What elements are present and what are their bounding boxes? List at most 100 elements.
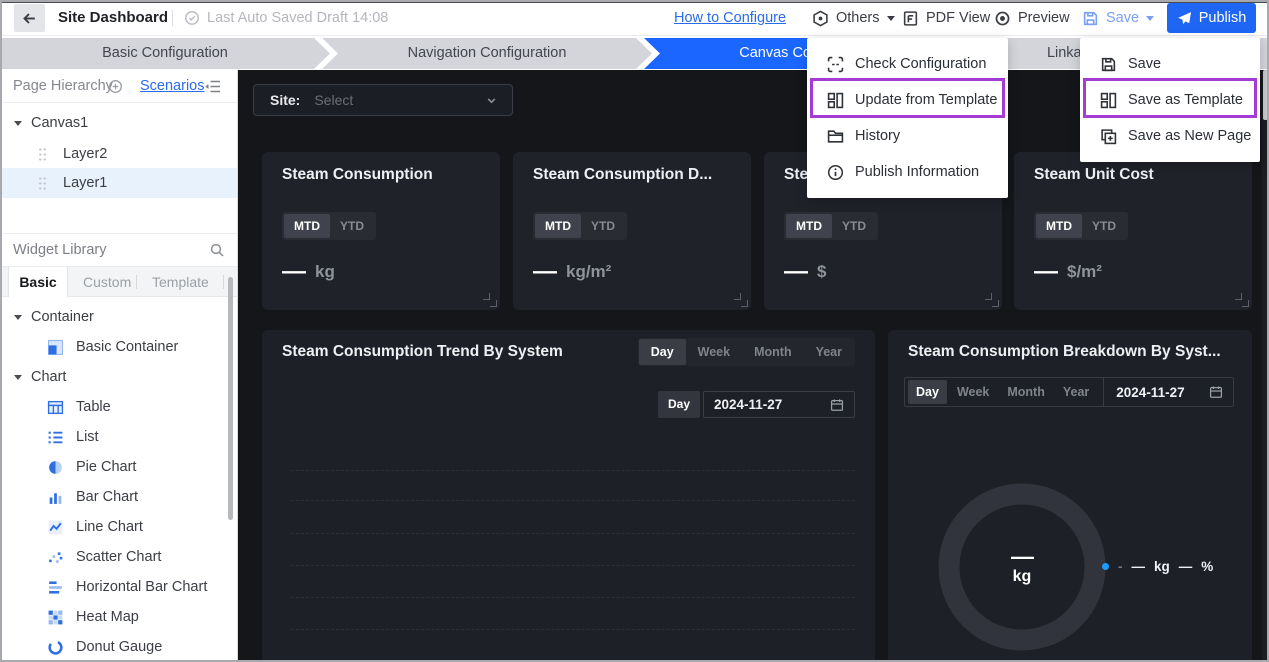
kpi-card-steam-consumption[interactable]: Steam Consumption MTD YTD — kg [262,152,500,310]
resize-handle-icon[interactable] [490,300,497,307]
tree-node-canvas1[interactable]: Canvas1 [0,108,237,138]
site-select[interactable]: Site: Select [253,84,513,116]
mtd-segment[interactable]: MTD [1036,214,1082,238]
menu-item-save[interactable]: Save [1080,46,1260,82]
preview-eye-icon [994,10,1011,27]
widget-bar-chart[interactable]: Bar Chart [0,482,237,512]
widget-pie-chart[interactable]: Pie Chart [0,452,237,482]
widget-donut-gauge[interactable]: Donut Gauge [0,632,237,662]
kpi-card-steam-consumption-density[interactable]: Steam Consumption D... MTD YTD — kg/m² [513,152,751,310]
kpi-value-dash: — [784,260,807,284]
period-month[interactable]: Month [742,339,803,365]
resize-handle-icon[interactable] [1242,300,1249,307]
publish-button[interactable]: Publish [1167,3,1256,33]
menu-item-check-configuration[interactable]: Check Configuration [807,46,1008,82]
date-value[interactable]: 2024-11-27 [1116,385,1184,400]
widget-line-chart[interactable]: Line Chart [0,512,237,542]
tree-node-layer1-selected[interactable]: Layer1 [0,168,237,198]
chevron-down-icon [484,93,499,108]
widget-table[interactable]: Table [0,392,237,422]
sidebar-scrollbar[interactable] [228,277,233,520]
period-year[interactable]: Year [804,339,854,365]
widget-scatter-chart[interactable]: Scatter Chart [0,542,237,572]
others-dropdown-menu: Check Configuration Update from Template… [807,38,1008,198]
mtd-ytd-toggle: MTD YTD [784,212,878,240]
ytd-segment[interactable]: YTD [832,214,876,238]
drag-handle-icon[interactable] [38,147,47,161]
trend-chart-panel[interactable]: Steam Consumption Trend By System Day We… [262,330,875,662]
tree-node-layer2[interactable]: Layer2 [0,139,237,169]
others-dropdown-button[interactable]: Others [812,0,895,36]
breakdown-title: Steam Consumption Breakdown By Syst... [908,343,1234,361]
scatter-chart-icon [47,549,64,566]
widget-horizontal-bar-chart[interactable]: Horizontal Bar Chart [0,572,237,602]
ytd-segment[interactable]: YTD [330,214,374,238]
period-week[interactable]: Week [949,380,997,404]
step-navigation-configuration[interactable]: Navigation Configuration [322,38,652,69]
widget-basic-container[interactable]: Basic Container [0,332,237,362]
menu-item-save-as-new-page[interactable]: Save as New Page [1080,118,1260,154]
kpi-value-dash: — [282,260,305,284]
tree-expand-caret-icon[interactable] [14,375,22,380]
resize-handle-icon[interactable] [992,300,999,307]
period-week[interactable]: Week [686,339,742,365]
resize-handle-icon[interactable] [741,300,748,307]
tree-expand-caret-icon[interactable] [14,121,22,126]
canvas-scrollbar-thumb[interactable] [1263,70,1268,120]
add-page-icon[interactable] [108,79,123,94]
how-to-configure-link[interactable]: How to Configure [674,0,786,36]
menu-item-history[interactable]: History [807,118,1008,154]
mtd-segment[interactable]: MTD [535,214,581,238]
widget-heat-map[interactable]: Heat Map [0,602,237,632]
back-button[interactable] [14,4,45,32]
widget-list[interactable]: List [0,422,237,452]
pdf-view-button[interactable]: PDF View [902,0,990,36]
tab-template[interactable]: Template [152,267,209,297]
period-day[interactable]: Day [908,380,947,404]
menu-item-publish-information[interactable]: Publish Information [807,154,1008,190]
period-year[interactable]: Year [1055,380,1097,404]
scenarios-link[interactable]: Scenarios [140,70,204,103]
canvas-scrollbar-track[interactable] [1262,70,1269,662]
period-month[interactable]: Month [999,380,1052,404]
ytd-segment[interactable]: YTD [581,214,625,238]
resize-handle-icon[interactable] [734,293,741,300]
tab-basic[interactable]: Basic [8,267,68,297]
tree-expand-caret-icon[interactable] [14,315,22,320]
step-basic-configuration[interactable]: Basic Configuration [0,38,330,69]
ytd-segment[interactable]: YTD [1082,214,1126,238]
kpi-card-steam-unit-cost[interactable]: Steam Unit Cost MTD YTD — $/m² [1014,152,1252,310]
date-picker[interactable]: 2024-11-27 [703,391,855,418]
tab-custom[interactable]: Custom [83,267,131,297]
back-arrow-icon [21,10,38,27]
donut-gauge-icon [47,639,64,656]
breakdown-chart-panel[interactable]: Steam Consumption Breakdown By Syst... D… [888,330,1252,662]
menu-item-update-from-template[interactable]: Update from Template [807,82,1008,118]
kpi-value-dash: — [533,260,556,284]
search-icon[interactable] [209,242,225,258]
drag-handle-icon[interactable] [38,176,47,190]
gridline [291,470,855,471]
kpi-unit: kg [315,262,335,282]
mtd-segment[interactable]: MTD [284,214,330,238]
save-dropdown-button[interactable]: Save [1082,0,1154,36]
gridline [291,533,855,534]
resize-handle-icon[interactable] [985,293,992,300]
tab-divider [223,275,224,289]
group-container[interactable]: Container [0,302,237,332]
resize-handle-icon[interactable] [1235,293,1242,300]
period-day[interactable]: Day [639,339,686,365]
mtd-segment[interactable]: MTD [786,214,832,238]
preview-button[interactable]: Preview [994,0,1070,36]
page-hierarchy-title: Page Hierarchy [13,70,113,103]
gridline [291,597,855,598]
resize-handle-icon[interactable] [483,293,490,300]
granularity-chip[interactable]: Day [658,391,700,418]
kpi-value: — $/m² [1034,260,1102,284]
calendar-icon[interactable] [1209,385,1223,399]
menu-item-save-as-template[interactable]: Save as Template [1080,82,1260,118]
hierarchy-header: Page Hierarchy Scenarios [0,70,237,103]
collapse-panel-icon[interactable] [204,79,221,94]
group-chart[interactable]: Chart [0,362,237,392]
gauge-legend: - — kg — % [1102,559,1213,574]
